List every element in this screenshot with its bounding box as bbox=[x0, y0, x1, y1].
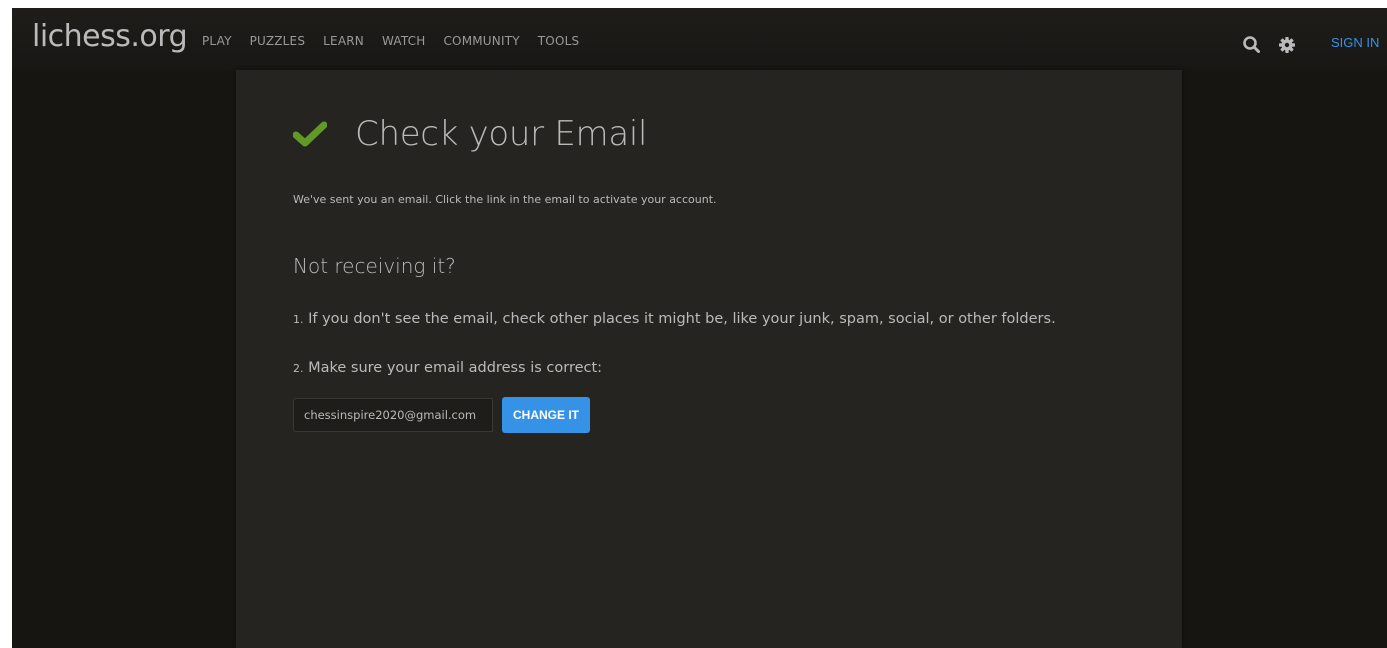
email-form: CHANGE IT bbox=[293, 397, 590, 433]
main-nav: PLAY PUZZLES LEARN WATCH COMMUNITY TOOLS bbox=[202, 34, 597, 48]
page-title: Check your Email bbox=[355, 114, 648, 154]
nav-watch[interactable]: WATCH bbox=[382, 34, 426, 48]
nav-community[interactable]: COMMUNITY bbox=[443, 34, 519, 48]
main-panel: Check your Email We've sent you an email… bbox=[236, 70, 1182, 648]
step-2-text: Make sure your email address is correct: bbox=[303, 360, 603, 376]
step-1-number: 1. bbox=[293, 313, 304, 326]
gear-icon[interactable] bbox=[1277, 35, 1297, 55]
section-subtitle: Not receiving it? bbox=[293, 254, 456, 278]
sign-in-link[interactable]: SIGN IN bbox=[1331, 35, 1379, 50]
step-2: 2. Make sure your email address is corre… bbox=[293, 360, 602, 376]
step-1: 1. If you don't see the email, check oth… bbox=[293, 311, 1056, 327]
step-2-number: 2. bbox=[293, 362, 304, 375]
intro-text: We've sent you an email. Click the link … bbox=[293, 193, 717, 206]
nav-play[interactable]: PLAY bbox=[202, 34, 232, 48]
nav-puzzles[interactable]: PUZZLES bbox=[250, 34, 306, 48]
checkmark-icon bbox=[293, 121, 327, 147]
site-logo[interactable]: lichess.org bbox=[32, 22, 188, 52]
step-1-text: If you don't see the email, check other … bbox=[303, 311, 1056, 327]
page: lichess.org PLAY PUZZLES LEARN WATCH COM… bbox=[12, 8, 1387, 648]
title-row: Check your Email bbox=[293, 112, 647, 156]
email-input[interactable] bbox=[293, 398, 493, 432]
nav-tools[interactable]: TOOLS bbox=[538, 34, 580, 48]
nav-learn[interactable]: LEARN bbox=[323, 34, 364, 48]
top-navigation-bar: lichess.org PLAY PUZZLES LEARN WATCH COM… bbox=[12, 8, 1387, 70]
search-icon[interactable] bbox=[1242, 35, 1262, 55]
change-email-button[interactable]: CHANGE IT bbox=[502, 397, 590, 433]
